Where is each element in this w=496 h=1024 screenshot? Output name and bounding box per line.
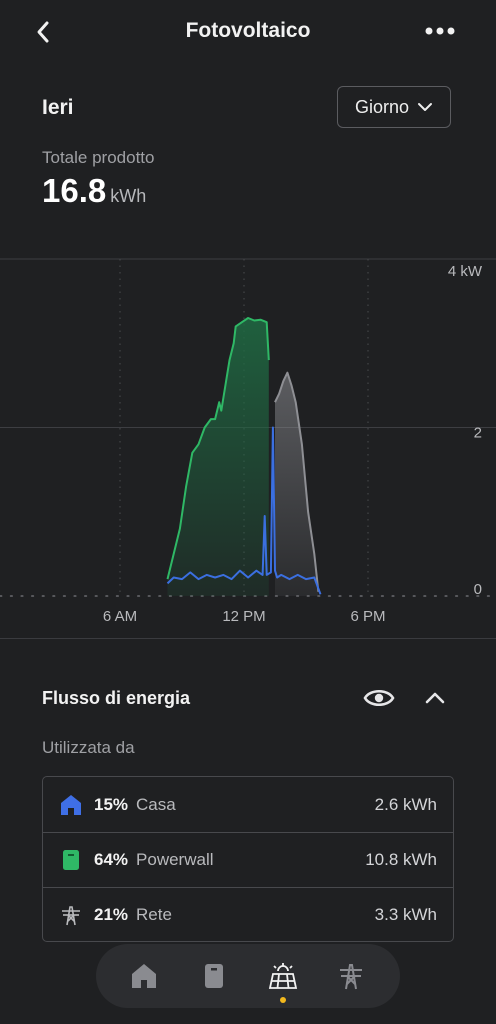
home-icon — [132, 964, 156, 988]
production-chart[interactable]: 4 kW 2 0 6 AM 12 PM 6 PM — [0, 250, 496, 640]
section-divider — [0, 638, 496, 639]
active-indicator — [280, 997, 286, 1003]
energy-flow-title: Flusso di energia — [42, 688, 191, 708]
chevron-down-icon — [418, 103, 433, 111]
nav-home[interactable] — [124, 956, 164, 996]
visibility-toggle[interactable] — [362, 684, 396, 712]
usage-label: Casa — [136, 794, 176, 814]
x-tick-label: 12 PM — [222, 608, 265, 625]
grid-tower-icon — [60, 904, 82, 926]
more-button[interactable] — [420, 20, 464, 42]
usage-value: 3.3 kWh — [374, 905, 437, 924]
total-value: 16.8 kWh — [42, 172, 146, 210]
usage-row-grid[interactable]: 21% Rete 3.3 kWh — [43, 887, 453, 942]
solar-panel-icon — [268, 963, 298, 989]
usage-value: 2.6 kWh — [374, 794, 437, 814]
y-tick-label: 4 kW — [448, 263, 483, 280]
powerwall-icon — [60, 849, 82, 871]
y-tick-label: 2 — [474, 425, 482, 442]
total-number: 16.8 — [42, 172, 107, 209]
usage-percent: 15% — [94, 794, 129, 814]
total-unit: kWh — [110, 186, 147, 206]
usage-label: Powerwall — [136, 850, 214, 869]
used-by-label: Utilizzata da — [42, 738, 135, 757]
chevron-up-icon — [425, 692, 445, 704]
powerwall-icon — [205, 964, 223, 988]
range-select-value: Giorno — [354, 96, 410, 117]
collapse-button[interactable] — [420, 684, 450, 712]
home-icon — [60, 794, 82, 816]
usage-label: Rete — [136, 905, 172, 924]
total-label: Totale prodotto — [42, 148, 155, 167]
period-label: Ieri — [42, 96, 74, 119]
x-tick-label: 6 AM — [103, 608, 137, 625]
nav-grid[interactable] — [331, 956, 371, 996]
usage-row-powerwall[interactable]: 64% Powerwall 10.8 kWh — [43, 832, 453, 887]
range-select[interactable]: Giorno — [337, 86, 451, 128]
bottom-nav — [96, 944, 400, 1008]
grid-tower-icon — [340, 964, 362, 990]
more-horizontal-icon — [425, 27, 455, 35]
usage-percent: 64% — [94, 850, 129, 869]
eye-icon — [363, 689, 395, 707]
usage-value: 10.8 kWh — [365, 850, 437, 869]
y-tick-label: 0 — [474, 581, 482, 598]
x-tick-label: 6 PM — [350, 608, 385, 625]
usage-row-home[interactable]: 15% Casa 2.6 kWh — [43, 777, 453, 832]
nav-solar[interactable] — [263, 956, 303, 996]
series-area-powerwall — [167, 318, 269, 596]
nav-powerwall[interactable] — [194, 956, 234, 996]
usage-percent: 21% — [94, 905, 129, 924]
usage-table: 15% Casa 2.6 kWh 64% Powerwall 10.8 kWh … — [42, 776, 454, 942]
